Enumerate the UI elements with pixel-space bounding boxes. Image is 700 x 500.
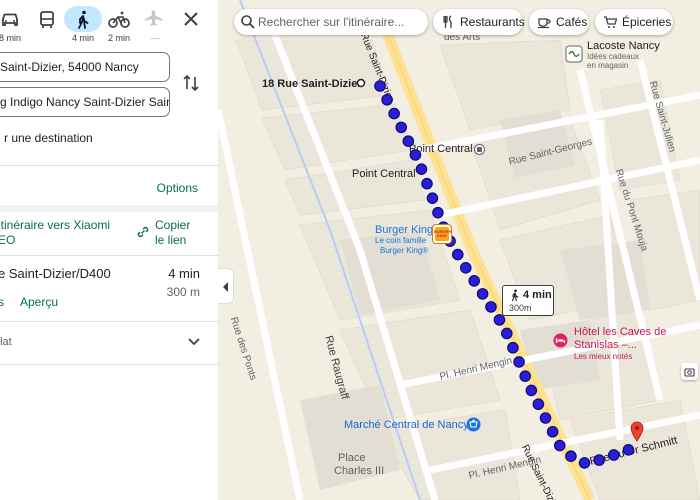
mode-walking[interactable]: 4 min xyxy=(64,6,102,43)
walking-icon xyxy=(511,289,519,301)
map-canvas[interactable] xyxy=(218,0,700,500)
mode-cycling[interactable]: 2 min xyxy=(101,6,137,43)
route-dot xyxy=(388,107,400,120)
route-dot xyxy=(622,444,635,456)
walking-badge-distance: 300m xyxy=(509,303,532,313)
route-search-input[interactable]: Rechercher sur l'itinéraire... xyxy=(234,9,428,35)
chip-cafes[interactable]: Cafés xyxy=(529,9,589,35)
walking-time-badge[interactable]: 4 min 300m xyxy=(502,285,554,316)
route-dot xyxy=(513,356,525,368)
destination-field[interactable]: g Indigo Nancy Saint-Dizier Saint- xyxy=(0,87,170,117)
airplane-icon xyxy=(145,10,162,26)
cart-icon xyxy=(604,16,617,28)
route-dot xyxy=(607,449,620,461)
route-dot xyxy=(519,370,531,382)
route-dot xyxy=(374,80,386,92)
options-button[interactable]: Options xyxy=(157,181,198,195)
chevron-left-icon xyxy=(223,282,228,292)
route-dot xyxy=(546,425,559,438)
mode-walking-time: 4 min xyxy=(71,33,94,43)
route-dot xyxy=(525,384,538,397)
chevron-down-icon[interactable] xyxy=(187,334,201,348)
divider xyxy=(0,321,218,322)
chip-cafes-label: Cafés xyxy=(556,15,588,29)
route-dot xyxy=(409,149,422,161)
route-dot xyxy=(459,262,472,274)
camera-icon xyxy=(684,368,695,377)
route-dot xyxy=(493,314,506,326)
add-destination[interactable]: r une destination xyxy=(4,131,93,145)
route-path xyxy=(374,80,635,469)
route-dot xyxy=(451,248,464,261)
chip-restaurants-label: Restaurants xyxy=(460,15,525,29)
divider xyxy=(0,165,218,166)
mode-driving-time: 8 min xyxy=(0,33,21,43)
mode-driving[interactable]: 8 min xyxy=(0,6,28,43)
preview-button[interactable]: Aperçu xyxy=(20,295,58,309)
route-dot xyxy=(485,301,497,313)
car-icon xyxy=(2,13,18,26)
copy-link-label: Copier xyxy=(155,218,191,232)
route-dot xyxy=(421,177,433,190)
mode-flights[interactable]: — xyxy=(137,6,173,43)
collapse-panel-button[interactable] xyxy=(218,268,234,304)
send-to-device-label: itinéraire vers Xiaomi xyxy=(0,218,111,232)
link-icon xyxy=(137,226,149,238)
chip-restaurants[interactable]: Restaurants xyxy=(433,9,525,35)
walking-icon xyxy=(78,10,89,29)
route-dot xyxy=(593,454,605,466)
bicycle-icon xyxy=(108,11,130,28)
mode-flights-time: — xyxy=(150,33,160,43)
route-dot xyxy=(500,327,513,340)
divider xyxy=(0,364,218,365)
layers-button[interactable] xyxy=(681,363,698,380)
send-to-device-label-2: EO xyxy=(0,233,16,247)
route-dot xyxy=(532,398,545,411)
destination-pin-icon[interactable] xyxy=(630,421,644,443)
route-dot xyxy=(395,121,408,134)
route-via: e Saint-Dizier/D400 xyxy=(0,266,111,281)
route-dot xyxy=(426,192,439,204)
chip-epiceries[interactable]: Épiceries xyxy=(595,9,673,35)
route-dot xyxy=(402,135,415,147)
route-dot xyxy=(468,275,480,287)
search-icon xyxy=(241,15,255,29)
mode-cycling-time: 2 min xyxy=(107,33,130,43)
route-time: 4 min xyxy=(168,266,200,281)
walking-badge-time: 4 min xyxy=(523,289,552,301)
chip-epiceries-label: Épiceries xyxy=(622,15,672,29)
directions-panel: 8 min 4 min 2 min — Saint-Dizier, 54000 … xyxy=(0,0,218,500)
route-dot xyxy=(553,439,566,452)
origin-marker-icon xyxy=(356,78,366,88)
mode-transit[interactable] xyxy=(29,6,65,33)
send-to-device-link[interactable]: itinéraire vers Xiaomi EO xyxy=(0,218,110,248)
route-dot xyxy=(415,163,428,175)
route-dot xyxy=(539,412,552,424)
swap-icon[interactable] xyxy=(181,73,201,93)
close-icon[interactable] xyxy=(180,8,202,30)
terrain-info: plat xyxy=(0,336,12,348)
copy-link-button[interactable]: Copier le lien xyxy=(155,218,190,248)
route-dot xyxy=(565,450,577,463)
route-distance: 300 m xyxy=(166,285,200,299)
bus-icon xyxy=(40,11,54,28)
route-dot xyxy=(432,206,444,219)
route-dot xyxy=(578,457,591,469)
burger-king-logo-text: BURGER KING xyxy=(434,229,451,238)
coffee-icon xyxy=(538,18,551,29)
divider xyxy=(0,255,218,256)
divider xyxy=(0,205,218,212)
details-button[interactable]: s xyxy=(0,295,4,309)
copy-link-label-2: le lien xyxy=(155,233,187,247)
route-dot xyxy=(507,341,519,354)
origin-field[interactable]: Saint-Dizier, 54000 Nancy xyxy=(0,52,170,82)
route-dot xyxy=(476,288,489,300)
search-placeholder: Rechercher sur l'itinéraire... xyxy=(258,15,405,29)
restaurant-icon xyxy=(443,15,452,28)
route-dot xyxy=(381,93,393,106)
burger-king-logo-icon[interactable]: BURGER KING xyxy=(433,225,451,243)
